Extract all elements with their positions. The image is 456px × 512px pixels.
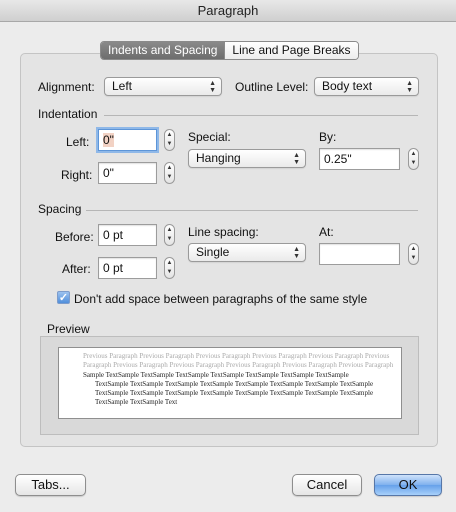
preview-page: Previous Paragraph Previous Paragraph Pr… (58, 347, 402, 419)
popup-arrows-icon: ▲ ▼ (293, 246, 300, 260)
spacing-title: Spacing (38, 202, 82, 216)
line-spacing-value: Single (196, 245, 230, 259)
outline-level-popup[interactable]: Body text ▲ ▼ (314, 77, 419, 96)
preview-area: Previous Paragraph Previous Paragraph Pr… (40, 336, 419, 435)
preview-sample-rest: TextSample TextSample TextSample TextSam… (95, 379, 374, 407)
dont-add-space-checkbox[interactable]: ✓ (57, 291, 70, 304)
right-indent-label: Right: (61, 168, 93, 182)
left-indent-value: 0" (103, 133, 114, 147)
cancel-button[interactable]: Cancel (292, 474, 362, 496)
at-stepper[interactable]: ▲ ▼ (408, 243, 419, 265)
at-label: At: (319, 225, 334, 239)
indentation-divider (104, 115, 418, 116)
outline-level-label: Outline Level: (235, 80, 309, 94)
window-title: Paragraph (0, 0, 456, 22)
before-field[interactable]: 0 pt (98, 224, 157, 246)
special-popup[interactable]: Hanging ▲ ▼ (188, 149, 306, 168)
dont-add-space-label[interactable]: Don't add space between paragraphs of th… (74, 292, 367, 306)
before-value: 0 pt (103, 228, 124, 242)
paragraph-dialog: Paragraph Indents and Spacing Line and P… (0, 0, 456, 512)
indentation-title: Indentation (38, 107, 98, 121)
right-indent-field[interactable]: 0" (98, 162, 157, 184)
by-value: 0.25" (324, 152, 352, 166)
popup-arrows-icon: ▲ ▼ (209, 80, 216, 94)
special-label: Special: (188, 130, 231, 144)
left-indent-label: Left: (66, 135, 90, 149)
tab-line-and-page-breaks[interactable]: Line and Page Breaks (224, 42, 358, 59)
outline-level-value: Body text (322, 79, 373, 93)
after-value: 0 pt (103, 261, 124, 275)
preview-previous-paragraph: Previous Paragraph Previous Paragraph Pr… (83, 352, 394, 370)
by-field[interactable]: 0.25" (319, 148, 400, 170)
tab-indents-and-spacing[interactable]: Indents and Spacing (101, 42, 225, 59)
after-stepper[interactable]: ▲ ▼ (164, 257, 175, 279)
line-spacing-label: Line spacing: (188, 225, 259, 239)
after-field[interactable]: 0 pt (98, 257, 157, 279)
preview-sample-first-line: Sample TextSample TextSample TextSample … (83, 370, 349, 379)
before-label: Before: (55, 230, 94, 244)
left-indent-field[interactable]: 0" (98, 129, 157, 151)
right-indent-stepper[interactable]: ▲ ▼ (164, 162, 175, 184)
by-stepper[interactable]: ▲ ▼ (408, 148, 419, 170)
at-field[interactable] (319, 243, 400, 265)
tab-bar: Indents and Spacing Line and Page Breaks (100, 41, 359, 60)
popup-arrows-icon: ▲ ▼ (406, 80, 413, 94)
special-value: Hanging (196, 151, 241, 165)
spacing-divider (86, 210, 418, 211)
tabs-button[interactable]: Tabs... (15, 474, 86, 496)
popup-arrows-icon: ▲ ▼ (293, 152, 300, 166)
alignment-value: Left (112, 79, 133, 93)
alignment-label: Alignment: (38, 80, 95, 94)
alignment-popup[interactable]: Left ▲ ▼ (104, 77, 222, 96)
by-label: By: (319, 130, 337, 144)
before-stepper[interactable]: ▲ ▼ (164, 224, 175, 246)
left-indent-stepper[interactable]: ▲ ▼ (164, 129, 175, 151)
ok-button[interactable]: OK (374, 474, 442, 496)
checkmark-icon: ✓ (58, 292, 69, 304)
line-spacing-popup[interactable]: Single ▲ ▼ (188, 243, 306, 262)
preview-title: Preview (47, 322, 90, 336)
right-indent-value: 0" (103, 166, 114, 180)
after-label: After: (62, 262, 91, 276)
